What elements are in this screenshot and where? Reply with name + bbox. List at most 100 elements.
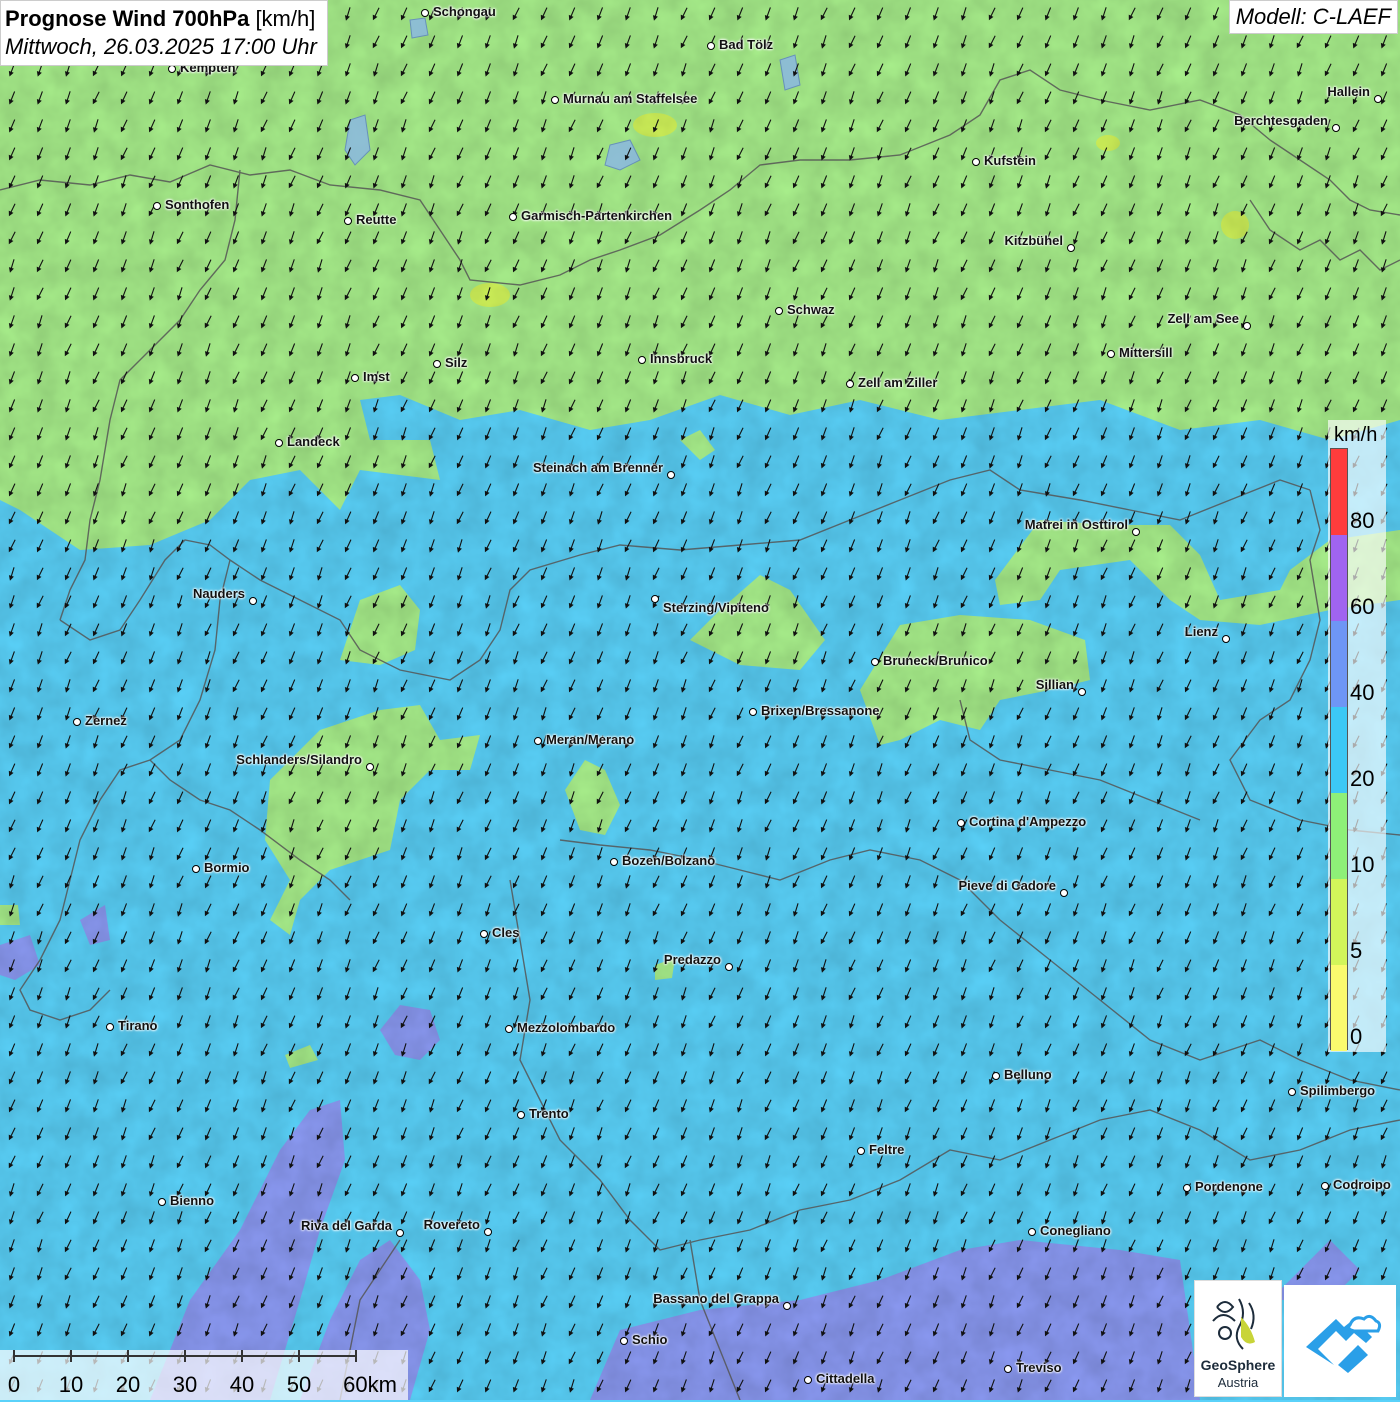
geosphere-logo-text: GeoSphere xyxy=(1200,1357,1276,1373)
city-marker xyxy=(957,819,965,827)
city-label: Conegliano xyxy=(1040,1223,1111,1238)
city-marker xyxy=(1060,889,1068,897)
city-label: Cles xyxy=(492,925,520,940)
city-marker xyxy=(351,374,359,382)
city-marker xyxy=(73,718,81,726)
forecast-datetime: Mittwoch, 26.03.2025 17:00 Uhr xyxy=(5,34,317,59)
geosphere-logo[interactable]: GeoSphere Austria xyxy=(1194,1280,1282,1397)
city-label: Matrei in Osttirol xyxy=(1024,517,1128,532)
city-label: Meran/Merano xyxy=(546,732,635,747)
city-label: Bozen/Bolzano xyxy=(622,853,716,868)
scale-label: 30 xyxy=(172,1372,198,1397)
city-label: Schwaz xyxy=(787,302,835,317)
city-marker xyxy=(192,865,200,873)
scale-bar-line xyxy=(13,1350,357,1362)
city-marker xyxy=(396,1229,404,1237)
geosphere-logo-icon xyxy=(1212,1298,1255,1350)
city-label: Imst xyxy=(363,369,390,384)
city-label: Schlanders/Silandro xyxy=(236,752,362,767)
city-label: Rovereto xyxy=(423,1217,480,1232)
map-title-text: Prognose Wind 700hPa xyxy=(5,6,250,31)
city-label: Nauders xyxy=(192,586,245,601)
city-marker xyxy=(1107,350,1115,358)
legend-segment xyxy=(1331,879,1347,965)
city-label: Bruneck/Brunico xyxy=(883,653,988,668)
city-label: Berchtesgaden xyxy=(1234,113,1328,128)
city-label: Tirano xyxy=(118,1018,158,1033)
city-marker xyxy=(517,1111,525,1119)
city-label: Bormio xyxy=(204,860,250,875)
city-marker xyxy=(433,360,441,368)
legend-tick: 20 xyxy=(1350,766,1375,791)
city-marker xyxy=(1004,1365,1012,1373)
map-title-box: Prognose Wind 700hPa [km/h] Mittwoch, 26… xyxy=(0,0,328,66)
legend-unit: km/h xyxy=(1334,424,1378,446)
city-label: Garmisch-Partenkirchen xyxy=(521,208,673,223)
city-label: Sterzing/Vipiteno xyxy=(663,600,769,615)
city-label: Landeck xyxy=(287,434,340,449)
city-marker xyxy=(846,380,854,388)
city-label: Kitzbühel xyxy=(1004,233,1064,248)
city-marker xyxy=(667,471,675,479)
city-marker xyxy=(857,1147,865,1155)
city-marker xyxy=(638,356,646,364)
city-marker xyxy=(775,307,783,315)
city-marker xyxy=(1067,244,1075,252)
scale-label: 0 xyxy=(7,1372,21,1397)
city-marker xyxy=(1222,635,1230,643)
city-label: Mezzolombardo xyxy=(517,1020,616,1035)
city-label: Cittadella xyxy=(816,1371,875,1386)
city-label: Lienz xyxy=(1184,624,1218,639)
city-marker xyxy=(275,439,283,447)
city-marker xyxy=(871,658,879,666)
city-label: Mittersill xyxy=(1119,345,1173,360)
city-label: Sonthofen xyxy=(165,197,230,212)
city-label: Bad Tölz xyxy=(719,37,774,52)
city-marker xyxy=(804,1376,812,1384)
city-marker xyxy=(505,1025,513,1033)
city-label: Trento xyxy=(529,1106,569,1121)
city-marker xyxy=(1332,124,1340,132)
city-marker xyxy=(158,1198,166,1206)
city-label: Hallein xyxy=(1327,84,1370,99)
legend-tick: 80 xyxy=(1350,508,1375,533)
scale-bar: 0 10 20 30 40 50 60km xyxy=(0,1350,408,1400)
city-marker xyxy=(1374,95,1382,103)
city-marker xyxy=(534,737,542,745)
scale-label: 20 xyxy=(115,1372,141,1397)
city-marker xyxy=(725,963,733,971)
city-label: Riva del Garda xyxy=(300,1218,392,1233)
city-label: Zell am Ziller xyxy=(858,375,938,390)
city-marker xyxy=(651,595,659,603)
city-label: Bienno xyxy=(170,1193,215,1208)
city-label: Pordenone xyxy=(1195,1179,1263,1194)
city-label: Innsbruck xyxy=(650,351,713,366)
city-label: Schio xyxy=(632,1332,668,1347)
scale-label: 50 xyxy=(286,1372,312,1397)
city-marker xyxy=(1028,1228,1036,1236)
legend-tick: 60 xyxy=(1350,594,1375,619)
color-legend: km/h 80 60 40 20 10 5 0 xyxy=(1328,420,1386,1052)
city-label: Silz xyxy=(445,355,468,370)
city-marker xyxy=(421,9,429,17)
city-label: Spilimbergo xyxy=(1300,1083,1376,1098)
city-marker xyxy=(1321,1182,1329,1190)
city-label: Cortina d'Ampezzo xyxy=(969,814,1087,829)
city-marker xyxy=(1288,1088,1296,1096)
city-label: Schongau xyxy=(433,4,496,19)
city-label: Treviso xyxy=(1016,1360,1062,1375)
city-label: Kufstein xyxy=(984,153,1036,168)
city-marker xyxy=(509,213,517,221)
city-label: Steinach am Brenner xyxy=(532,460,663,475)
city-label: Pieve di Cadore xyxy=(958,878,1056,893)
city-marker xyxy=(366,763,374,771)
city-label: Zell am See xyxy=(1167,311,1239,326)
legend-segment xyxy=(1331,535,1347,621)
city-marker xyxy=(620,1337,628,1345)
city-label: Brixen/Bressanone xyxy=(761,703,880,718)
city-marker xyxy=(783,1302,791,1310)
city-marker xyxy=(106,1023,114,1031)
city-marker xyxy=(992,1072,1000,1080)
weather-app-logo[interactable] xyxy=(1284,1285,1396,1397)
city-label: Bassano del Grappa xyxy=(653,1291,779,1306)
